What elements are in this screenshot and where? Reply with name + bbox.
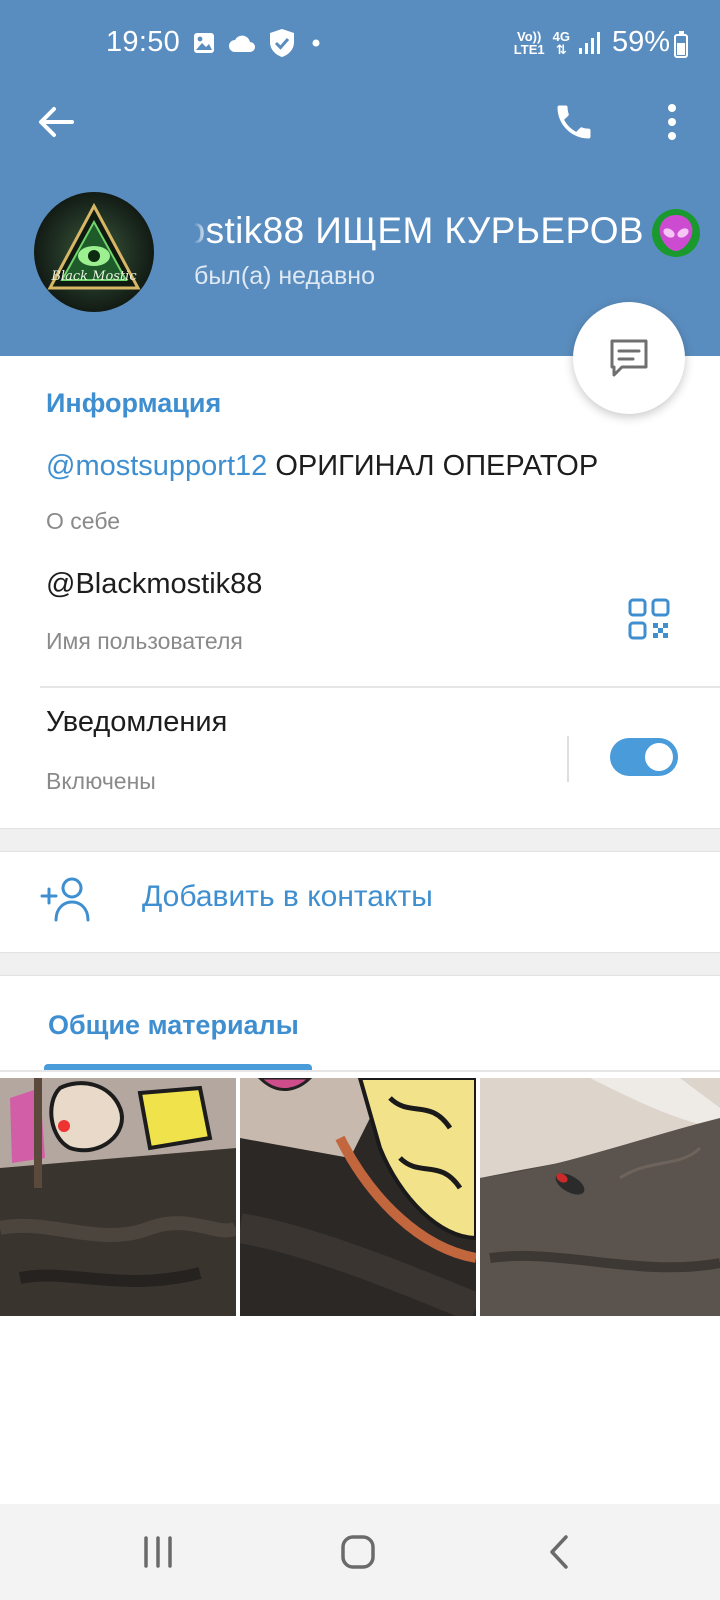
- arrow-left-icon[interactable]: [34, 100, 78, 144]
- svg-text:Black Mostic: Black Mostic: [50, 269, 137, 284]
- add-contact-label: Добавить в контакты: [142, 880, 433, 913]
- graffiti-wall-photo: [240, 1078, 476, 1316]
- media-thumbnail[interactable]: [480, 1078, 720, 1316]
- notifications-status: Включены: [46, 768, 156, 794]
- info-section-title: Информация: [46, 388, 222, 418]
- vertical-separator: [567, 736, 569, 782]
- notifications-toggle[interactable]: [610, 738, 678, 776]
- status-bar: 19:50 Vo)) LTE1 4G ⇅ 59%: [0, 22, 720, 66]
- profile-header: 19:50 Vo)) LTE1 4G ⇅ 59% Black Mostic os…: [0, 0, 720, 356]
- avatar[interactable]: Black Mostic: [34, 192, 154, 312]
- contact-name-container: Blackmostik88 ИЩЕМ КУРЬЕРОВ: [194, 206, 642, 256]
- phone-icon[interactable]: [552, 100, 596, 144]
- status-notification-icons: [192, 28, 324, 58]
- status-system-icons: Vo)) LTE1 4G ⇅ 59%: [514, 26, 670, 59]
- back-icon[interactable]: [536, 1528, 584, 1576]
- signal-icon: [578, 31, 600, 54]
- username-label: Имя пользователя: [46, 628, 243, 654]
- alien-icon: [652, 209, 700, 257]
- username-value[interactable]: @Blackmostik88: [46, 568, 262, 601]
- bio-label: О себе: [46, 508, 121, 534]
- status-time: 19:50: [106, 26, 181, 58]
- bio-text-rest: ОРИГИНАЛ ОПЕРАТОР: [267, 450, 599, 482]
- battery-percent: 59%: [611, 26, 670, 58]
- media-thumbnail[interactable]: [240, 1078, 476, 1316]
- bio-link[interactable]: @mostsupport12: [46, 450, 267, 482]
- contact-name: Blackmostik88 ИЩЕМ КУРЬЕРОВ: [194, 210, 642, 251]
- home-icon[interactable]: [334, 1528, 382, 1576]
- notifications-title[interactable]: Уведомления: [46, 706, 227, 739]
- graffiti-ground-photo: [0, 1078, 236, 1316]
- media-thumbnail[interactable]: [0, 1078, 236, 1316]
- media-grid: [0, 1078, 720, 1316]
- section-gap: [0, 952, 720, 976]
- qr-code-icon[interactable]: [628, 598, 670, 640]
- battery-icon: [674, 31, 688, 58]
- add-contact-row[interactable]: Добавить в контакты: [0, 852, 720, 952]
- message-button[interactable]: [573, 302, 685, 414]
- tab-shared-media[interactable]: Общие материалы: [48, 1010, 299, 1041]
- bio-text: @mostsupport12 ОРИГИНАЛ ОПЕРАТОР: [46, 450, 598, 483]
- divider: [40, 686, 720, 688]
- recent-apps-icon[interactable]: [134, 1528, 182, 1576]
- cloud-icon: [229, 35, 255, 52]
- last-seen-status: был(а) недавно: [194, 262, 376, 290]
- dot-icon: [312, 39, 320, 47]
- add-user-icon: [40, 877, 90, 922]
- ground-object-photo: [480, 1078, 720, 1316]
- volte-indicator: Vo)) LTE1: [513, 28, 545, 57]
- image-icon: [194, 33, 214, 53]
- system-navigation-bar: [0, 1504, 720, 1600]
- more-vertical-icon[interactable]: [652, 100, 692, 144]
- avatar-logo-image: Black Mostic: [34, 192, 154, 312]
- data-type-indicator: 4G ⇅: [552, 28, 570, 57]
- section-gap: [0, 828, 720, 852]
- tabs-divider: [0, 1070, 720, 1072]
- message-icon: [610, 339, 648, 377]
- shield-check-icon: [270, 29, 294, 57]
